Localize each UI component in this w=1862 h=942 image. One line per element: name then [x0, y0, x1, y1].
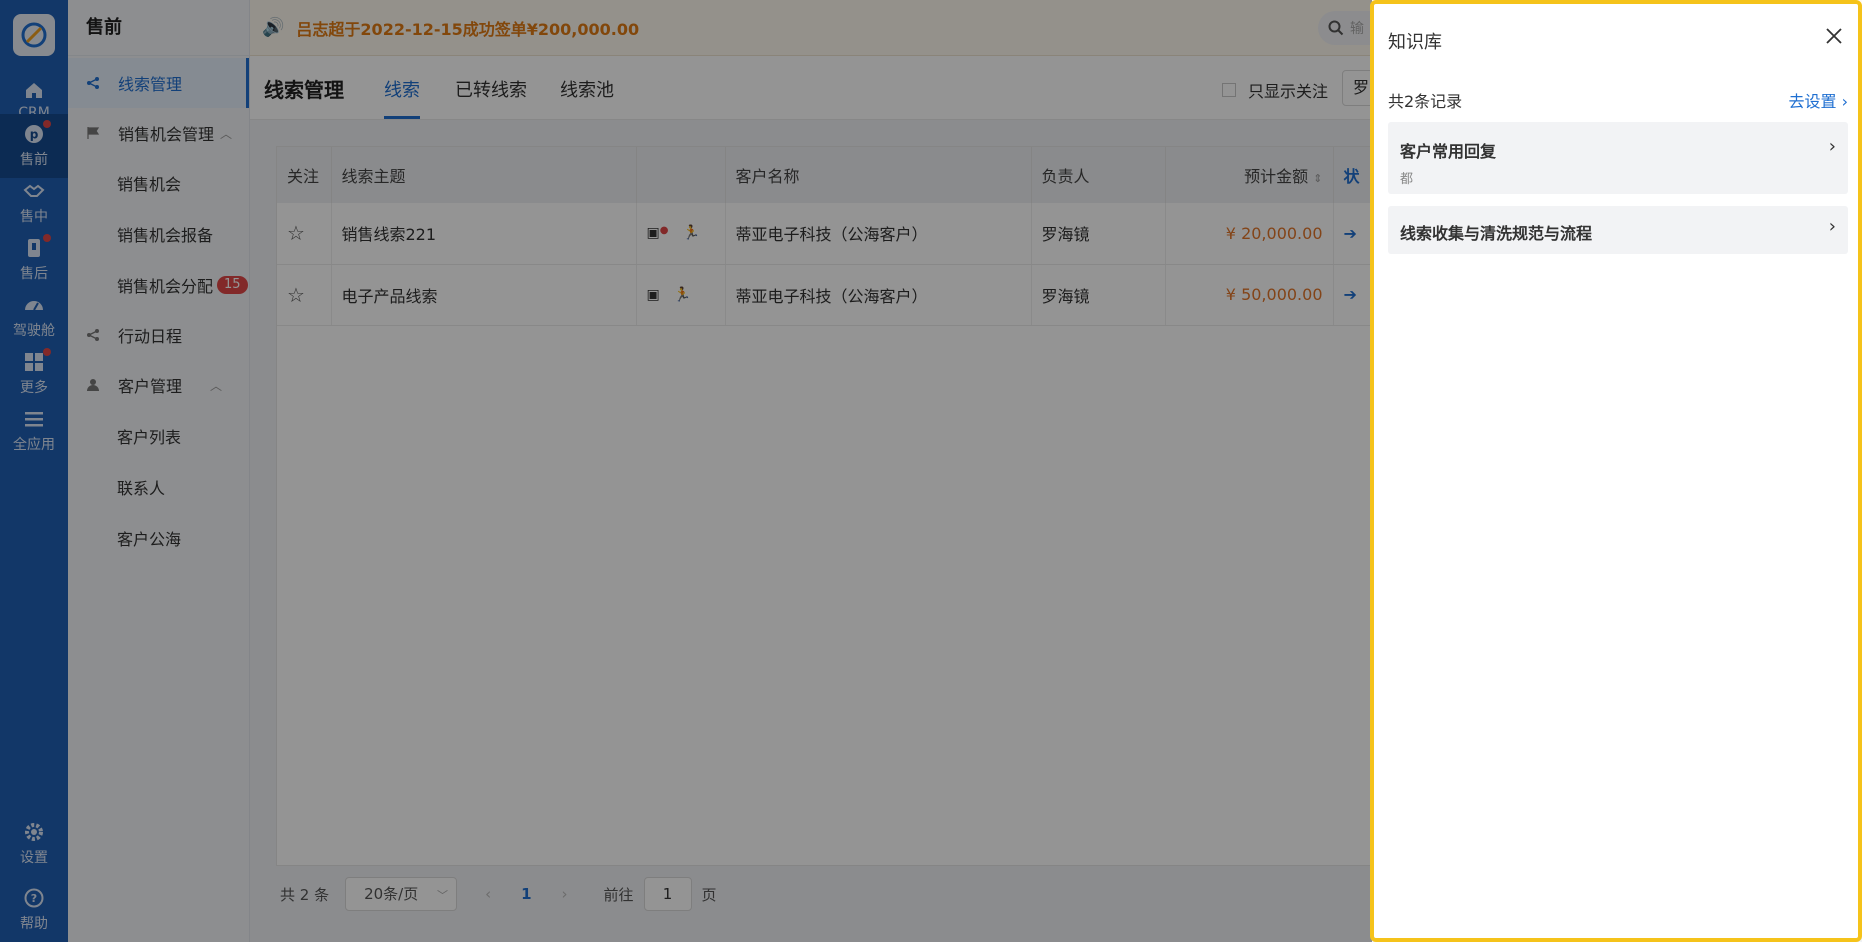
drawer-title: 知识库	[1388, 32, 1442, 53]
settings-link[interactable]: 去设置 ›	[1788, 88, 1848, 112]
kb-item[interactable]: 线索收集与清洗规范与流程 ›	[1388, 206, 1848, 254]
kb-item-title: 客户常用回复	[1400, 142, 1497, 161]
chevron-right-icon: ›	[1828, 136, 1836, 157]
modal-overlay[interactable]	[0, 0, 1372, 942]
knowledge-base-drawer: 知识库 共2条记录 去设置 › 客户常用回复 都 › 线索收集与清洗规范与流程 …	[1370, 0, 1862, 942]
settings-link-label: 去设置	[1788, 92, 1837, 111]
kb-item-title: 线索收集与清洗规范与流程	[1400, 224, 1593, 243]
kb-item-subtitle: 都	[1400, 172, 1414, 187]
close-icon[interactable]	[1820, 22, 1848, 50]
kb-item[interactable]: 客户常用回复 都 ›	[1388, 122, 1848, 194]
chevron-right-icon: ›	[1841, 92, 1848, 111]
app: CRM p 售前 售中 售后 驾驶舱 更多 全应用 设置 ? 帮助 售前 线索管…	[0, 0, 1862, 942]
chevron-right-icon: ›	[1828, 216, 1836, 237]
record-count: 共2条记录	[1388, 92, 1463, 111]
